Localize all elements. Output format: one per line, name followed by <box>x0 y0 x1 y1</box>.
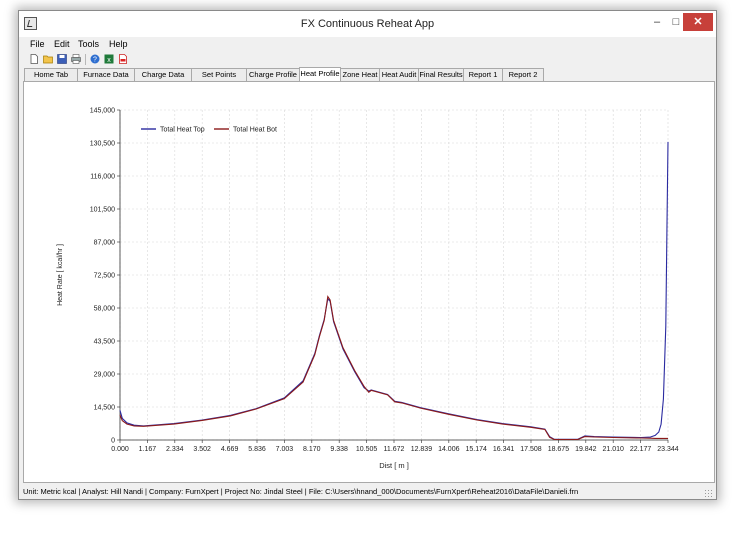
x-tick-label: 12.839 <box>411 446 433 453</box>
menu-help[interactable]: Help <box>109 39 128 49</box>
tab-heat-audit[interactable]: Heat Audit <box>379 68 419 81</box>
x-tick-label: 8.170 <box>303 446 321 453</box>
y-axis-label: Heat Rate [ kcal/hr ] <box>57 244 64 306</box>
resize-grip-icon[interactable] <box>704 489 712 497</box>
title-bar: FX Continuous Reheat App – □ ✕ <box>19 11 716 37</box>
menu-edit[interactable]: Edit <box>54 39 70 49</box>
heat-profile-panel: 0.000 1.167 2.334 3.502 4.669 5.836 7.003 8.170… <box>23 81 715 483</box>
open-folder-icon[interactable] <box>43 54 53 64</box>
heat-profile-chart: 0.000 1.167 2.334 3.502 4.669 5.836 7.003 8.170… <box>57 108 679 471</box>
x-tick-label: 22.177 <box>630 446 652 453</box>
tab-furnace-data[interactable]: Furnace Data <box>77 68 135 81</box>
x-tick-label: 4.669 <box>221 446 239 453</box>
y-tick-label: 145,000 <box>90 108 115 115</box>
tab-home[interactable]: Home Tab <box>24 68 78 81</box>
menu-tools[interactable]: Tools <box>78 39 99 49</box>
status-bar: Unit: Metric kcal | Analyst: Hill Nandi … <box>19 483 716 499</box>
tab-strip: Home Tab Furnace Data Charge Data Set Po… <box>24 67 714 82</box>
y-tick-label: 87,000 <box>94 240 116 247</box>
tab-final-results[interactable]: Final Results <box>418 68 464 81</box>
y-tick-label: 116,000 <box>90 174 115 181</box>
status-text: Unit: Metric kcal | Analyst: Hill Nandi … <box>23 487 579 496</box>
y-tick-label: 29,000 <box>94 372 116 379</box>
x-tick-label: 16.341 <box>493 446 515 453</box>
menu-bar: File Edit Tools Help <box>19 37 716 51</box>
x-tick-label: 3.502 <box>193 446 211 453</box>
y-tick-label: 72,500 <box>94 273 116 280</box>
excel-icon[interactable]: x <box>104 54 114 64</box>
tab-zone-heat[interactable]: Zone Heat <box>340 68 380 81</box>
tab-charge-data[interactable]: Charge Data <box>134 68 192 81</box>
x-tick-label: 18.675 <box>548 446 570 453</box>
y-tick-label: 58,000 <box>94 306 116 313</box>
tab-report-2[interactable]: Report 2 <box>502 68 544 81</box>
x-tick-label: 17.508 <box>520 446 542 453</box>
x-tick-label: 0.000 <box>111 446 129 453</box>
x-tick-label: 11.672 <box>384 446 405 453</box>
x-tick-label: 5.836 <box>248 446 266 453</box>
svg-text:?: ? <box>93 57 97 64</box>
x-tick-label: 21.010 <box>602 446 624 453</box>
print-icon[interactable] <box>71 54 81 64</box>
x-tick-label: 7.003 <box>276 446 294 453</box>
y-tick-label: 130,500 <box>90 141 115 148</box>
menu-file[interactable]: File <box>30 39 45 49</box>
tab-set-points[interactable]: Set Points <box>191 68 247 81</box>
x-tick-label: 10.505 <box>356 446 378 453</box>
legend-label: Total Heat Bot <box>233 127 277 134</box>
close-button[interactable]: ✕ <box>683 13 713 31</box>
svg-text:x: x <box>107 57 111 64</box>
tab-charge-profile[interactable]: Charge Profile <box>246 68 300 81</box>
minimize-button[interactable]: – <box>648 13 666 31</box>
tab-report-1[interactable]: Report 1 <box>463 68 503 81</box>
app-window: FX Continuous Reheat App – □ ✕ File Edit… <box>18 10 717 500</box>
legend-label: Total Heat Top <box>160 127 205 134</box>
y-tick-label: 0 <box>111 438 115 445</box>
y-tick-label: 14,500 <box>94 405 116 412</box>
x-tick-label: 14.006 <box>438 446 460 453</box>
x-tick-label: 2.334 <box>166 446 184 453</box>
help-icon[interactable]: ? <box>90 54 100 64</box>
tab-heat-profile[interactable]: Heat Profile <box>299 67 341 82</box>
x-tick-label: 1.167 <box>139 446 157 453</box>
new-file-icon[interactable] <box>29 54 39 64</box>
x-axis-label: Dist [ m ] <box>379 461 409 470</box>
toolbar: ? x <box>19 51 716 68</box>
y-tick-label: 43,500 <box>94 339 116 346</box>
pdf-icon[interactable] <box>118 54 128 64</box>
x-tick-label: 23.344 <box>657 446 679 453</box>
x-tick-label: 19.842 <box>575 446 597 453</box>
toolbar-separator <box>85 54 86 65</box>
x-tick-label: 15.174 <box>465 446 487 453</box>
x-tick-label: 9.338 <box>330 446 348 453</box>
save-icon[interactable] <box>57 54 67 64</box>
y-tick-label: 101,500 <box>90 207 115 214</box>
window-title: FX Continuous Reheat App <box>300 18 435 30</box>
